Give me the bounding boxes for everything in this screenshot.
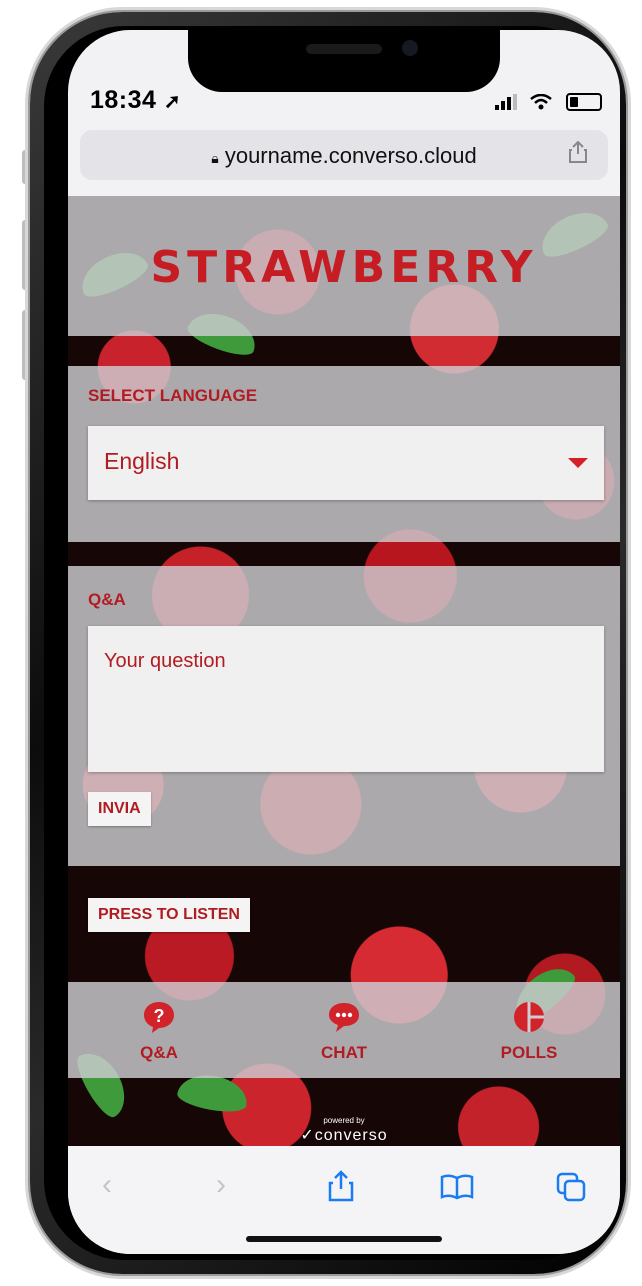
question-textarea[interactable]: Your question — [88, 626, 604, 772]
app-content: STRAWBERRY SELECT LANGUAGE English Q&A Y… — [68, 196, 620, 1146]
nav-label-qa: Q&A — [140, 1043, 178, 1062]
battery-icon — [566, 92, 602, 111]
header-band: STRAWBERRY — [68, 196, 620, 336]
back-icon[interactable]: ‹ — [102, 1168, 112, 1202]
silent-switch — [22, 150, 30, 184]
press-to-listen-button[interactable]: PRESS TO LISTEN — [88, 898, 250, 932]
question-bubble-icon: ? — [144, 1002, 174, 1033]
language-label: SELECT LANGUAGE — [88, 386, 258, 405]
tabs-icon[interactable] — [556, 1172, 586, 1202]
brand-logo: STRAWBERRY — [150, 242, 538, 293]
nav-item-qa[interactable]: ? Q&A — [114, 1000, 204, 1063]
caret-down-icon — [568, 458, 588, 468]
address-bar[interactable]: 🔒︎ yourname.converso.cloud — [80, 130, 608, 180]
question-placeholder: Your question — [104, 650, 226, 672]
share-icon[interactable] — [328, 1170, 354, 1202]
svg-text:?: ? — [154, 1006, 165, 1026]
pie-chart-icon — [514, 1002, 544, 1032]
converso-logo: ✓converso — [300, 1127, 388, 1144]
bookmarks-icon[interactable] — [440, 1174, 474, 1200]
chat-bubble-icon — [329, 1003, 359, 1032]
powered-by: powered by ✓converso — [68, 1116, 620, 1145]
qa-section: Q&A Your question INVIA — [68, 566, 620, 866]
phone-screen: 18:34 ➚ 🔒︎ yourname.converso.cloud STRAW… — [68, 30, 620, 1254]
location-arrow-icon: ➚ — [163, 91, 182, 113]
nav-label-chat: CHAT — [321, 1043, 367, 1062]
volume-down-button — [22, 310, 30, 380]
notch — [188, 30, 500, 92]
lock-icon: 🔒︎ — [211, 150, 219, 166]
converso-mark-icon: ✓ — [300, 1127, 315, 1144]
nav-label-polls: POLLS — [500, 1043, 558, 1062]
share-icon[interactable] — [568, 140, 588, 164]
bottom-nav: ? Q&A CHAT POLLS — [68, 982, 620, 1078]
invia-button[interactable]: INVIA — [88, 792, 151, 826]
url-text: yourname.converso.cloud — [224, 143, 477, 168]
signal-icon — [494, 93, 517, 110]
language-section: SELECT LANGUAGE English — [68, 366, 620, 542]
qa-label: Q&A — [88, 590, 126, 609]
wifi-icon — [530, 93, 553, 110]
status-time: 18:34 ➚ — [90, 86, 182, 114]
language-select-value: English — [104, 448, 180, 474]
language-select[interactable]: English — [88, 426, 604, 500]
forward-icon[interactable]: › — [216, 1168, 226, 1202]
home-indicator — [246, 1236, 442, 1242]
status-icons — [494, 90, 602, 113]
volume-up-button — [22, 220, 30, 290]
nav-item-polls[interactable]: POLLS — [484, 1000, 574, 1063]
nav-item-chat[interactable]: CHAT — [299, 1000, 389, 1063]
